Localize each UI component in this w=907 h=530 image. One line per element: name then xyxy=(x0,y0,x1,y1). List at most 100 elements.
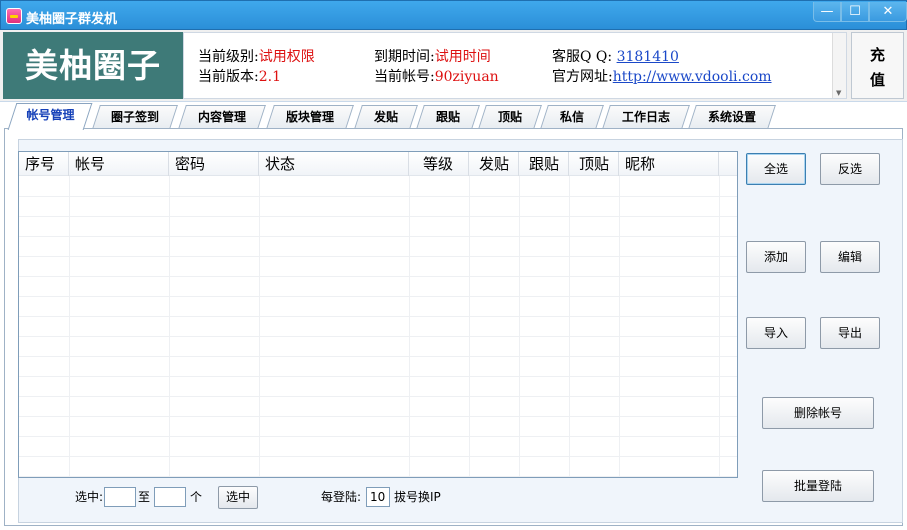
expire-line: 到期时间:试用时间 xyxy=(374,46,491,66)
site-link[interactable]: http://www.vdooli.com xyxy=(613,69,772,85)
header-panel: 美柚圈子 当前级别:试用权限 当前版本:2.1 到期时间:试用时间 当前帐号:9… xyxy=(0,30,907,102)
tab-label: 内容管理 xyxy=(197,110,246,124)
tab-reply[interactable]: 跟贴 xyxy=(416,105,480,129)
logo: 美柚圈子 xyxy=(3,32,183,99)
tab-bar: 帐号管理 圈子签到 内容管理 版块管理 发贴 跟贴 顶贴 私信 工作日志 系统设… xyxy=(0,103,907,130)
close-button[interactable]: ✕ xyxy=(869,2,907,22)
account-line: 当前帐号:90ziyuan xyxy=(374,66,499,86)
grid-column-line xyxy=(619,176,620,476)
column-header-index[interactable]: 序号 xyxy=(19,152,69,176)
column-header-nickname[interactable]: 昵称 xyxy=(619,152,719,176)
tab-label: 工作日志 xyxy=(621,110,670,124)
tab-label: 私信 xyxy=(559,110,584,124)
column-header-posts[interactable]: 发贴 xyxy=(469,152,519,176)
grid-row-line xyxy=(19,316,737,317)
recharge-label-1: 充 xyxy=(869,46,885,64)
tab-system-settings[interactable]: 系统设置 xyxy=(688,105,776,129)
level-label: 当前级别: xyxy=(198,49,259,65)
tab-bump[interactable]: 顶贴 xyxy=(478,105,542,129)
grid-row-line xyxy=(19,236,737,237)
column-header-level[interactable]: 等级 xyxy=(409,152,469,176)
app-icon xyxy=(6,8,22,24)
tab-label: 系统设置 xyxy=(707,110,756,124)
range-to-input[interactable] xyxy=(154,487,186,507)
tab-private-message[interactable]: 私信 xyxy=(540,105,604,129)
info-scrollbar[interactable] xyxy=(832,33,846,98)
window-title: 美柚圈子群发机 xyxy=(26,12,118,27)
tab-circle-checkin[interactable]: 圈子签到 xyxy=(92,105,178,129)
grid-row-line xyxy=(19,396,737,397)
minimize-button[interactable]: — xyxy=(813,2,841,22)
tab-work-log[interactable]: 工作日志 xyxy=(602,105,690,129)
qq-link[interactable]: 3181410 xyxy=(617,49,679,65)
grid-row-line xyxy=(19,356,737,357)
grid-row-line xyxy=(19,476,737,477)
edit-account-button[interactable]: 编辑 xyxy=(820,241,880,273)
account-table[interactable]: 序号 帐号 密码 状态 等级 发贴 跟贴 顶贴 昵称 xyxy=(18,151,738,478)
version-value: 2.1 xyxy=(258,69,281,85)
tab-content-management[interactable]: 内容管理 xyxy=(178,105,266,129)
select-range-button[interactable]: 选中 xyxy=(218,486,258,509)
range-from-input[interactable] xyxy=(104,487,136,507)
grid-row-line xyxy=(19,256,737,257)
grid-column-line xyxy=(569,176,570,476)
qq-label: 客服Q Q: xyxy=(552,49,617,65)
tab-label: 顶贴 xyxy=(497,110,522,124)
select-range-label: 选中: xyxy=(75,490,104,504)
level-value: 试用权限 xyxy=(258,49,315,65)
grid-column-line xyxy=(169,176,170,476)
grid-row-line xyxy=(19,416,737,417)
grid-row-line xyxy=(19,436,737,437)
add-account-button[interactable]: 添加 xyxy=(746,241,806,273)
tab-account-management[interactable]: 帐号管理 xyxy=(7,103,93,130)
site-line: 官方网址:http://www.vdooli.com xyxy=(552,66,772,86)
batch-login-button[interactable]: 批量登陆 xyxy=(762,470,874,502)
expire-value: 试用时间 xyxy=(434,49,491,65)
tab-label: 圈子签到 xyxy=(110,110,159,124)
range-unit-label: 个 xyxy=(190,490,203,504)
range-to-label: 至 xyxy=(138,490,151,504)
per-login-input[interactable]: 10 xyxy=(366,487,390,507)
column-header-bumps[interactable]: 顶贴 xyxy=(569,152,619,176)
recharge-button[interactable]: 充 值 xyxy=(851,32,904,99)
tab-label: 跟贴 xyxy=(435,110,460,124)
account-value: 90ziyuan xyxy=(434,69,499,85)
tab-post[interactable]: 发贴 xyxy=(354,105,418,129)
grid-column-line xyxy=(719,176,720,476)
account-info-panel: 当前级别:试用权限 当前版本:2.1 到期时间:试用时间 当前帐号:90ziyu… xyxy=(183,32,847,99)
tab-label: 帐号管理 xyxy=(26,108,75,122)
column-header-replies[interactable]: 跟贴 xyxy=(519,152,569,176)
export-button[interactable]: 导出 xyxy=(820,317,880,349)
version-label: 当前版本: xyxy=(198,69,259,85)
invert-selection-button[interactable]: 反选 xyxy=(820,153,880,185)
tab-label: 版块管理 xyxy=(285,110,334,124)
import-button[interactable]: 导入 xyxy=(746,317,806,349)
grid-row-line xyxy=(19,196,737,197)
column-header-status[interactable]: 状态 xyxy=(259,152,409,176)
grid-column-line xyxy=(469,176,470,476)
level-line: 当前级别:试用权限 xyxy=(198,46,315,66)
grid-row-line xyxy=(19,296,737,297)
dial-ip-label: 拔号换IP xyxy=(394,490,441,504)
grid-column-line xyxy=(69,176,70,476)
grid-row-line xyxy=(19,456,737,457)
maximize-button[interactable]: ☐ xyxy=(841,2,869,22)
select-all-button[interactable]: 全选 xyxy=(746,153,806,185)
version-line: 当前版本:2.1 xyxy=(198,66,281,86)
delete-account-button[interactable]: 删除帐号 xyxy=(762,397,874,429)
grid-column-line xyxy=(259,176,260,476)
title-bar: 美柚圈子群发机 — ☐ ✕ xyxy=(0,0,907,30)
grid-row-line xyxy=(19,276,737,277)
grid-row-line xyxy=(19,336,737,337)
recharge-label-2: 值 xyxy=(869,71,885,89)
grid-row-line xyxy=(19,376,737,377)
expire-label: 到期时间: xyxy=(374,49,435,65)
grid-column-line xyxy=(409,176,410,476)
column-header-account[interactable]: 帐号 xyxy=(69,152,169,176)
qq-line: 客服Q Q: 3181410 xyxy=(552,46,679,66)
table-header: 序号 帐号 密码 状态 等级 发贴 跟贴 顶贴 昵称 xyxy=(19,152,737,176)
column-header-password[interactable]: 密码 xyxy=(169,152,259,176)
tab-section-management[interactable]: 版块管理 xyxy=(266,105,354,129)
per-login-label: 每登陆: xyxy=(321,490,362,504)
grid-column-line xyxy=(519,176,520,476)
